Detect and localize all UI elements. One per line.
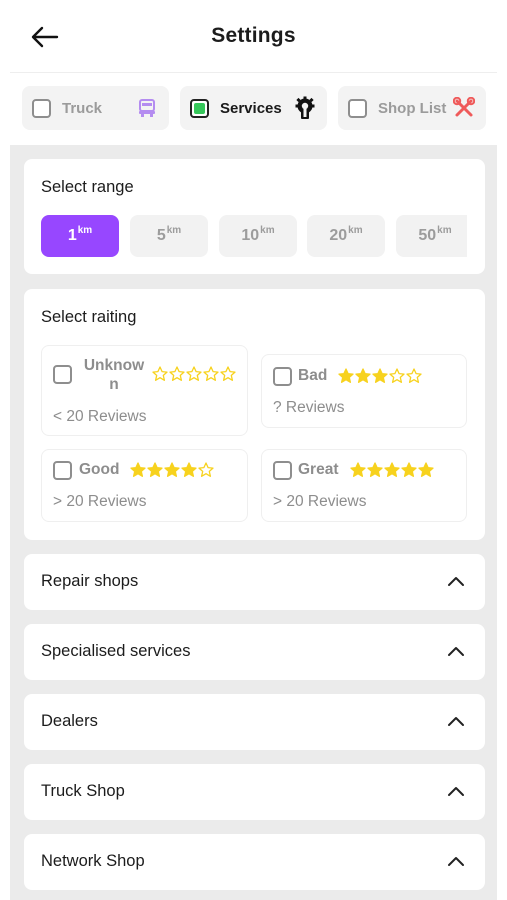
range-option-20km[interactable]: 20 km [307, 215, 385, 257]
rating-option-good[interactable]: Good > 20 Reviews [41, 449, 248, 522]
range-options: 1 km 5 km 10 km 20 km 50 km [41, 215, 467, 257]
range-option-1km-value: 1 [67, 227, 77, 244]
page-title: Settings [211, 24, 296, 47]
rating-good-label: Good [79, 461, 120, 478]
range-card: Select range 1 km 5 km 10 km 20 km 50 km [24, 159, 485, 274]
star-filled-icon [147, 462, 163, 477]
header-divider [10, 72, 497, 73]
chevron-up-icon [448, 577, 464, 586]
tab-truck[interactable]: Truck [22, 86, 169, 130]
rating-unknown-label-line1: Unknow [83, 357, 145, 374]
tab-services-label: Services [220, 99, 282, 117]
section-dealers[interactable]: Dealers [24, 694, 485, 750]
range-option-5km[interactable]: 5 km [130, 215, 208, 257]
range-unit: km [437, 224, 452, 236]
filter-content: Select range 1 km 5 km 10 km 20 km 50 km Sele… [10, 145, 497, 900]
section-specialised-services[interactable]: Specialised services [24, 624, 485, 680]
tab-services-checkbox[interactable] [190, 98, 209, 118]
rating-title: Select raiting [41, 308, 137, 326]
star-outline-icon [169, 366, 185, 381]
star-filled-icon [350, 462, 366, 477]
rating-bad-reviews: ? Reviews [273, 399, 345, 416]
range-option-10km-value: 10 [241, 227, 260, 244]
category-tabs: Truck Services Shop List [22, 86, 486, 132]
rating-option-unknown[interactable]: Unknow n < 20 Reviews [41, 345, 248, 436]
section-dealers-label: Dealers [41, 712, 98, 730]
tab-shop-list[interactable]: Shop List [338, 86, 486, 130]
star-outline-icon [198, 462, 214, 477]
chevron-up-icon [448, 857, 464, 866]
range-unit: km [348, 224, 363, 236]
rating-bad-checkbox[interactable] [273, 367, 292, 386]
rating-card: Select raiting Unknow n < 20 Reviews Bad… [24, 289, 485, 540]
rating-unknown-label: Unknow n [79, 356, 149, 394]
range-unit: km [77, 224, 93, 236]
section-repair-shops[interactable]: Repair shops [24, 554, 485, 610]
chevron-up-icon [448, 647, 464, 656]
rating-great-stars [350, 462, 434, 478]
range-option-5km-value: 5 [156, 227, 166, 244]
wrench-gear-icon [293, 96, 317, 120]
rating-good-stars [130, 462, 214, 478]
rating-unknown-label-line2: n [109, 376, 119, 393]
section-network-shop-label: Network Shop [41, 852, 145, 870]
range-title: Select range [41, 178, 134, 196]
star-filled-icon [401, 462, 417, 477]
range-unit: km [166, 224, 182, 236]
rating-unknown-reviews: < 20 Reviews [53, 408, 147, 425]
section-repair-shops-label: Repair shops [41, 572, 139, 590]
section-network-shop[interactable]: Network Shop [24, 834, 485, 890]
range-option-10km[interactable]: 10 km [219, 215, 297, 257]
rating-unknown-checkbox[interactable] [53, 365, 72, 384]
star-filled-icon [418, 462, 434, 477]
rating-unknown-stars [152, 366, 236, 382]
tab-services[interactable]: Services [180, 86, 327, 130]
star-outline-icon [406, 368, 422, 383]
rating-good-checkbox[interactable] [53, 461, 72, 480]
star-outline-icon [389, 368, 405, 383]
section-specialised-services-label: Specialised services [41, 642, 191, 660]
star-outline-icon [152, 366, 168, 381]
star-filled-icon [164, 462, 180, 477]
star-outline-icon [203, 366, 219, 381]
crossed-tools-icon [452, 96, 476, 120]
star-filled-icon [355, 368, 371, 383]
range-option-50km-value: 50 [418, 227, 437, 244]
star-filled-icon [130, 462, 146, 477]
star-filled-icon [338, 368, 354, 383]
star-filled-icon [372, 368, 388, 383]
star-outline-icon [220, 366, 236, 381]
chevron-up-icon [448, 787, 464, 796]
star-filled-icon [367, 462, 383, 477]
rating-great-label: Great [298, 461, 339, 478]
tab-shop-list-label: Shop List [378, 99, 447, 117]
star-outline-icon [186, 366, 202, 381]
range-option-1km[interactable]: 1 km [41, 215, 119, 257]
app-header: Settings [0, 0, 507, 72]
rating-option-bad[interactable]: Bad ? Reviews [261, 354, 467, 428]
rating-bad-stars [338, 368, 422, 384]
range-unit: km [260, 224, 275, 236]
section-truck-shop[interactable]: Truck Shop [24, 764, 485, 820]
range-option-50km[interactable]: 50 km [396, 215, 467, 257]
tab-shop-list-checkbox[interactable] [348, 98, 367, 118]
star-filled-icon [181, 462, 197, 477]
tab-truck-label: Truck [62, 99, 103, 117]
rating-great-reviews: > 20 Reviews [273, 493, 367, 510]
rating-bad-label: Bad [298, 367, 328, 384]
chevron-up-icon [448, 717, 464, 726]
rating-option-great[interactable]: Great > 20 Reviews [261, 449, 467, 522]
range-option-20km-value: 20 [329, 227, 348, 244]
rating-great-checkbox[interactable] [273, 461, 292, 480]
truck-icon [135, 96, 159, 120]
tab-truck-checkbox[interactable] [32, 98, 51, 118]
star-filled-icon [384, 462, 400, 477]
section-truck-shop-label: Truck Shop [41, 782, 125, 800]
rating-good-reviews: > 20 Reviews [53, 493, 147, 510]
